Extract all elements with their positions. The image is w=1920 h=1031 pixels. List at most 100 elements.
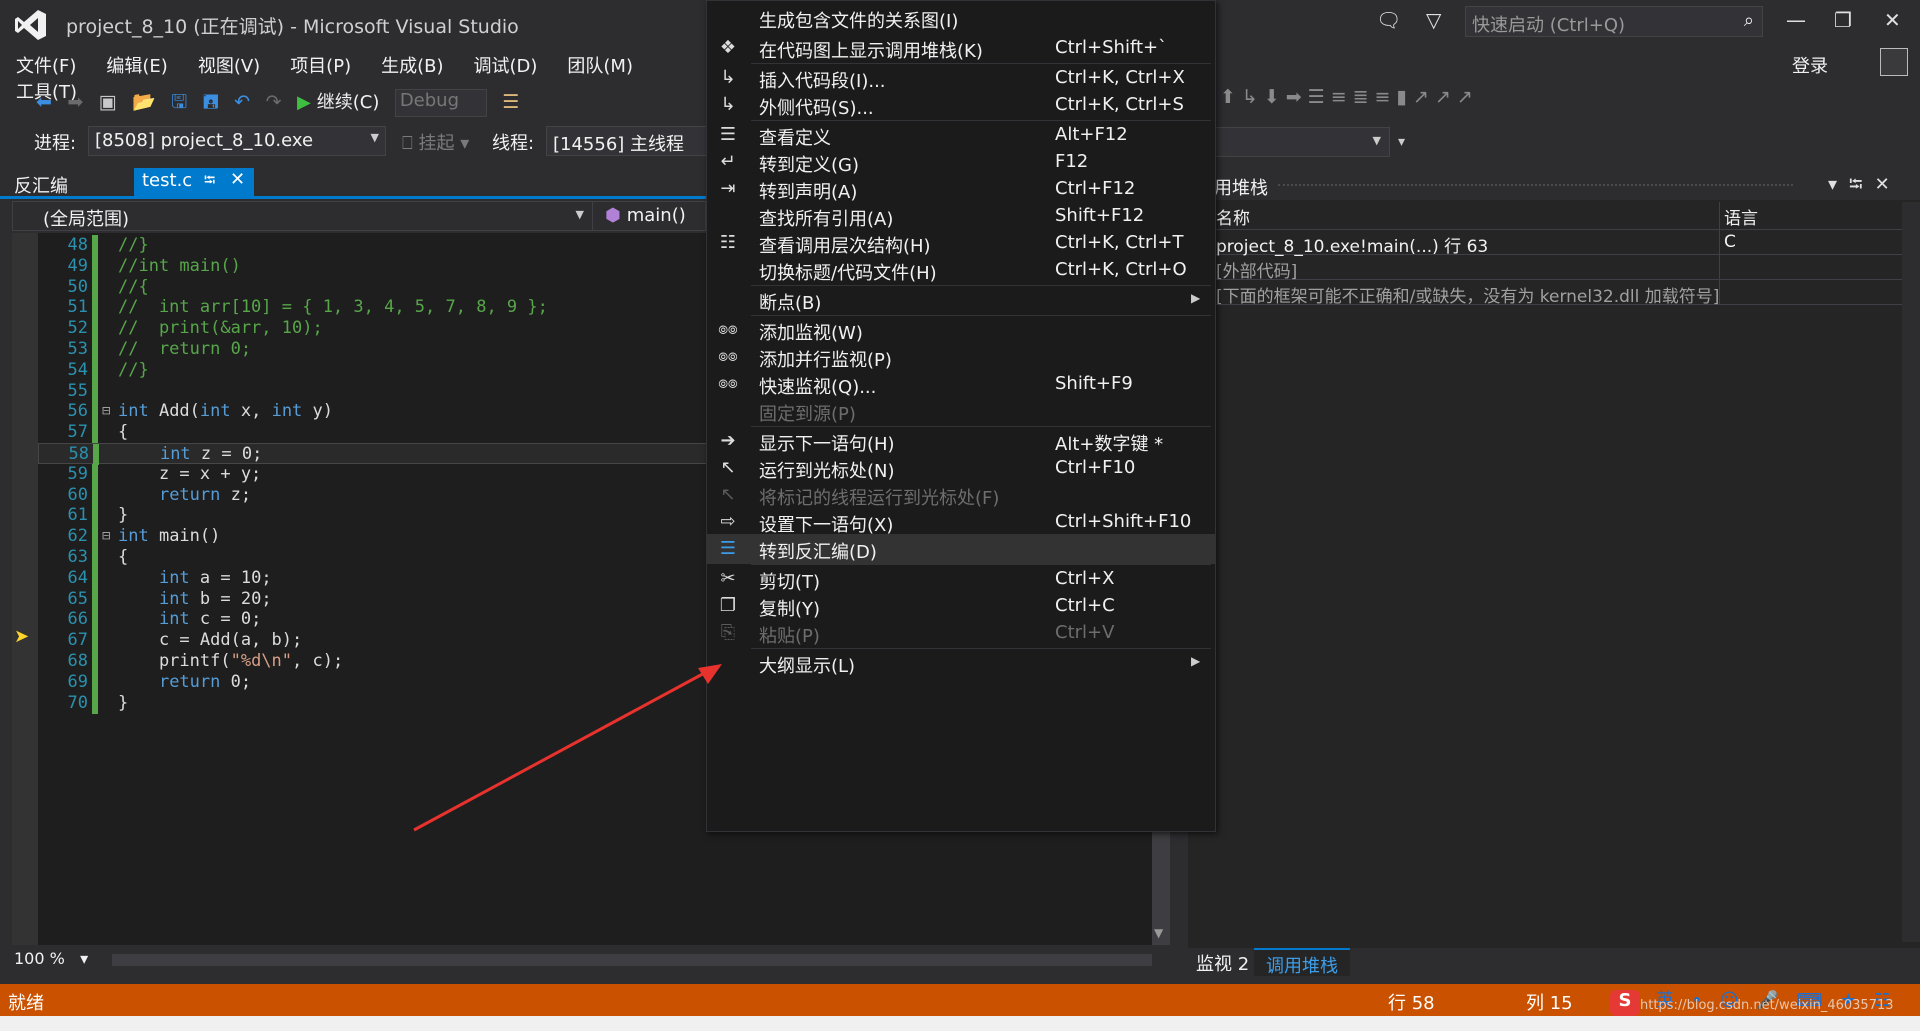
menu-item[interactable]: 团队(M) — [567, 52, 633, 78]
chevron-down-icon[interactable]: ▾ — [1828, 174, 1849, 195]
pin-icon[interactable]: ⭾ — [1849, 174, 1875, 195]
debug-toolbar-icons[interactable]: ⬆↳⬇➡☰≡≣≡▮↗↗↗ — [1220, 86, 1479, 116]
collapse-icon[interactable]: ⊟ — [102, 401, 110, 422]
new-project-icon[interactable]: ▣ — [99, 91, 117, 113]
close-icon[interactable]: ✕ — [1875, 174, 1902, 195]
context-menu-item[interactable]: ❖ 在代码图上显示调用堆栈(K) Ctrl+Shift+` — [707, 33, 1215, 63]
context-menu-item[interactable]: ✂ 剪切(T) Ctrl+X — [707, 564, 1215, 594]
context-menu-item[interactable]: ↳ 外侧代码(S)... Ctrl+K, Ctrl+S — [707, 90, 1215, 120]
frame-name: [外部代码] — [1216, 262, 1298, 282]
call-stack-scrollbar[interactable] — [1902, 202, 1920, 942]
function-dropdown[interactable]: ⬢ main() — [605, 205, 686, 226]
forward-icon[interactable]: ➡ — [67, 91, 83, 113]
context-menu-item[interactable]: ☷ 查看调用层次结构(H) Ctrl+K, Ctrl+T — [707, 228, 1215, 258]
context-menu-item[interactable]: ⇥ 转到声明(A) Ctrl+F12 — [707, 174, 1215, 204]
avatar-icon[interactable] — [1880, 48, 1908, 76]
filter-icon[interactable]: ▽ — [1426, 8, 1441, 32]
open-folder-icon[interactable]: 📂 — [132, 90, 156, 113]
column-header-name[interactable]: 名称 — [1216, 204, 1250, 229]
code-text: int z = 0; — [159, 444, 263, 464]
line-number: 53 — [67, 339, 88, 359]
scissors-icon: ✂ — [720, 568, 736, 589]
context-menu-item[interactable]: ❐ 复制(Y) Ctrl+C — [707, 591, 1215, 621]
context-menu-item[interactable]: ⦾⦾ 添加并行监视(P) — [707, 342, 1215, 372]
line-number: 63 — [67, 547, 88, 567]
close-icon[interactable]: ✕ — [1884, 8, 1901, 32]
tab-disassembly[interactable]: 反汇编 — [14, 172, 68, 198]
table-row[interactable]: [外部代码] — [1214, 255, 1914, 282]
save-icon[interactable]: 🖫 — [171, 88, 187, 120]
tab-watch-2[interactable]: 监视 2 — [1196, 950, 1249, 976]
table-row[interactable]: [下面的框架可能不正确和/或缺失，没有为 kernel32.dll 加载符号] — [1214, 280, 1914, 307]
context-menu-item[interactable]: 切换标题/代码文件(H) Ctrl+K, Ctrl+O — [707, 255, 1215, 285]
minimize-icon[interactable]: — — [1786, 8, 1806, 32]
call-stack-panel: 用堆栈 ▾⭾✕ 名称 语言 project_8_10.exe!main(...)… — [1188, 168, 1920, 948]
context-menu-item[interactable]: ⦾⦾ 快速监视(Q)... Shift+F9 — [707, 369, 1215, 399]
submenu-arrow-icon: ▶ — [1191, 291, 1201, 305]
context-menu-item[interactable]: 大纲显示(L) ▶ — [707, 648, 1215, 678]
continue-button[interactable]: ▶ 继续(C) — [297, 88, 379, 114]
chevron-down-icon: ▼ — [1372, 134, 1381, 147]
line-number: 68 — [67, 651, 88, 671]
context-menu-item[interactable]: ↖ 运行到光标处(N) Ctrl+F10 — [707, 453, 1215, 483]
back-icon[interactable]: ⬅ — [36, 91, 52, 113]
quick-launch-input[interactable]: 快速启动 (Ctrl+Q) ⌕ — [1465, 6, 1763, 37]
menu-item[interactable]: 视图(V) — [198, 52, 260, 78]
save-all-icon[interactable]: 🖪 — [203, 88, 219, 120]
code-text: z = x + y; — [118, 463, 262, 484]
context-menu-item[interactable]: ↳ 插入代码段(I)... Ctrl+K, Ctrl+X — [707, 63, 1215, 93]
context-menu-item[interactable]: ☰ 转到反汇编(D) — [707, 534, 1215, 564]
column-header-language[interactable]: 语言 — [1724, 204, 1758, 229]
thread-select[interactable]: [14556] 主线程 — [546, 126, 716, 156]
suspend-button[interactable]: ⎕ 挂起 ▾ — [402, 129, 469, 155]
chevron-down-icon: ▼ — [370, 131, 379, 144]
frame-language: C — [1724, 232, 1736, 252]
feedback-icon[interactable]: 🗨 — [1376, 8, 1401, 32]
configuration-select[interactable]: Debug — [394, 89, 487, 117]
change-tracking-bar — [92, 547, 98, 568]
change-tracking-bar — [92, 339, 98, 360]
menu-item[interactable]: 编辑(E) — [106, 52, 167, 78]
context-menu-item[interactable]: 生成包含文件的关系图(I) — [707, 3, 1215, 33]
debug-location-bar: 进程: [8508] project_8_10.exe ▼ ⎕ 挂起 ▾ 线程: … — [0, 124, 716, 160]
stack-frame-select[interactable]: ▼ — [1212, 127, 1390, 157]
line-number: 62 — [67, 526, 88, 547]
process-select[interactable]: [8508] project_8_10.exe ▼ — [88, 126, 386, 156]
tab-close-icon[interactable]: ✕ — [230, 169, 245, 190]
taskbar-edge — [0, 1016, 1920, 1031]
restore-icon[interactable]: ❐ — [1834, 8, 1852, 32]
menu-item[interactable]: 生成(B) — [381, 52, 443, 78]
login-link[interactable]: 登录 — [1792, 52, 1828, 78]
context-menu-item[interactable]: 查找所有引用(A) Shift+F12 — [707, 201, 1215, 231]
find-in-files-icon[interactable]: ☰ — [502, 91, 519, 113]
undo-icon[interactable]: ↶ — [234, 91, 250, 113]
redo-icon[interactable]: ↷ — [266, 91, 282, 113]
pin-icon[interactable]: ⭾ — [204, 170, 215, 195]
code-text: int b = 20; — [158, 588, 272, 609]
panel-grip[interactable] — [1278, 184, 1793, 188]
tab-test-c[interactable]: test.c ⭾ ✕ — [134, 168, 254, 196]
zoom-level[interactable]: 100 % ▾ — [14, 949, 88, 968]
indicator-margin[interactable] — [12, 233, 38, 945]
editor-horizontal-scrollbar[interactable] — [112, 954, 1152, 966]
column-divider[interactable] — [1719, 202, 1720, 229]
context-menu-item[interactable]: ⇨ 设置下一语句(X) Ctrl+Shift+F10 — [707, 507, 1215, 537]
context-menu-item[interactable]: ☰ 查看定义 Alt+F12 — [707, 120, 1215, 150]
context-menu-item[interactable]: 断点(B) ▶ — [707, 285, 1215, 315]
menu-item[interactable]: 文件(F) — [16, 52, 76, 78]
sogou-ime-icon[interactable]: S — [1610, 990, 1640, 1016]
menu-item[interactable]: 调试(D) — [474, 52, 538, 78]
context-menu-item[interactable]: ⦾⦾ 添加监视(W) — [707, 315, 1215, 345]
scope-dropdown[interactable]: (全局范围) ▼ — [13, 202, 593, 230]
menu-item-shortcut: Ctrl+F12 — [1055, 178, 1136, 199]
call-stack-title: 用堆栈 — [1214, 178, 1268, 199]
tab-call-stack[interactable]: 调用堆栈 — [1254, 948, 1350, 977]
table-row[interactable]: project_8_10.exe!main(...) 行 63 C — [1214, 230, 1914, 257]
collapse-icon[interactable]: ⊟ — [102, 526, 110, 547]
toolbar-overflow-icon[interactable]: ▾ — [1398, 134, 1405, 150]
context-menu-item[interactable]: ↵ 转到定义(G) F12 — [707, 147, 1215, 177]
scroll-down-icon[interactable]: ▼ — [1154, 926, 1163, 940]
change-tracking-bar — [92, 630, 98, 652]
menu-item[interactable]: 项目(P) — [290, 52, 351, 78]
context-menu-item[interactable]: ➔ 显示下一语句(H) Alt+数字键 * — [707, 426, 1215, 456]
